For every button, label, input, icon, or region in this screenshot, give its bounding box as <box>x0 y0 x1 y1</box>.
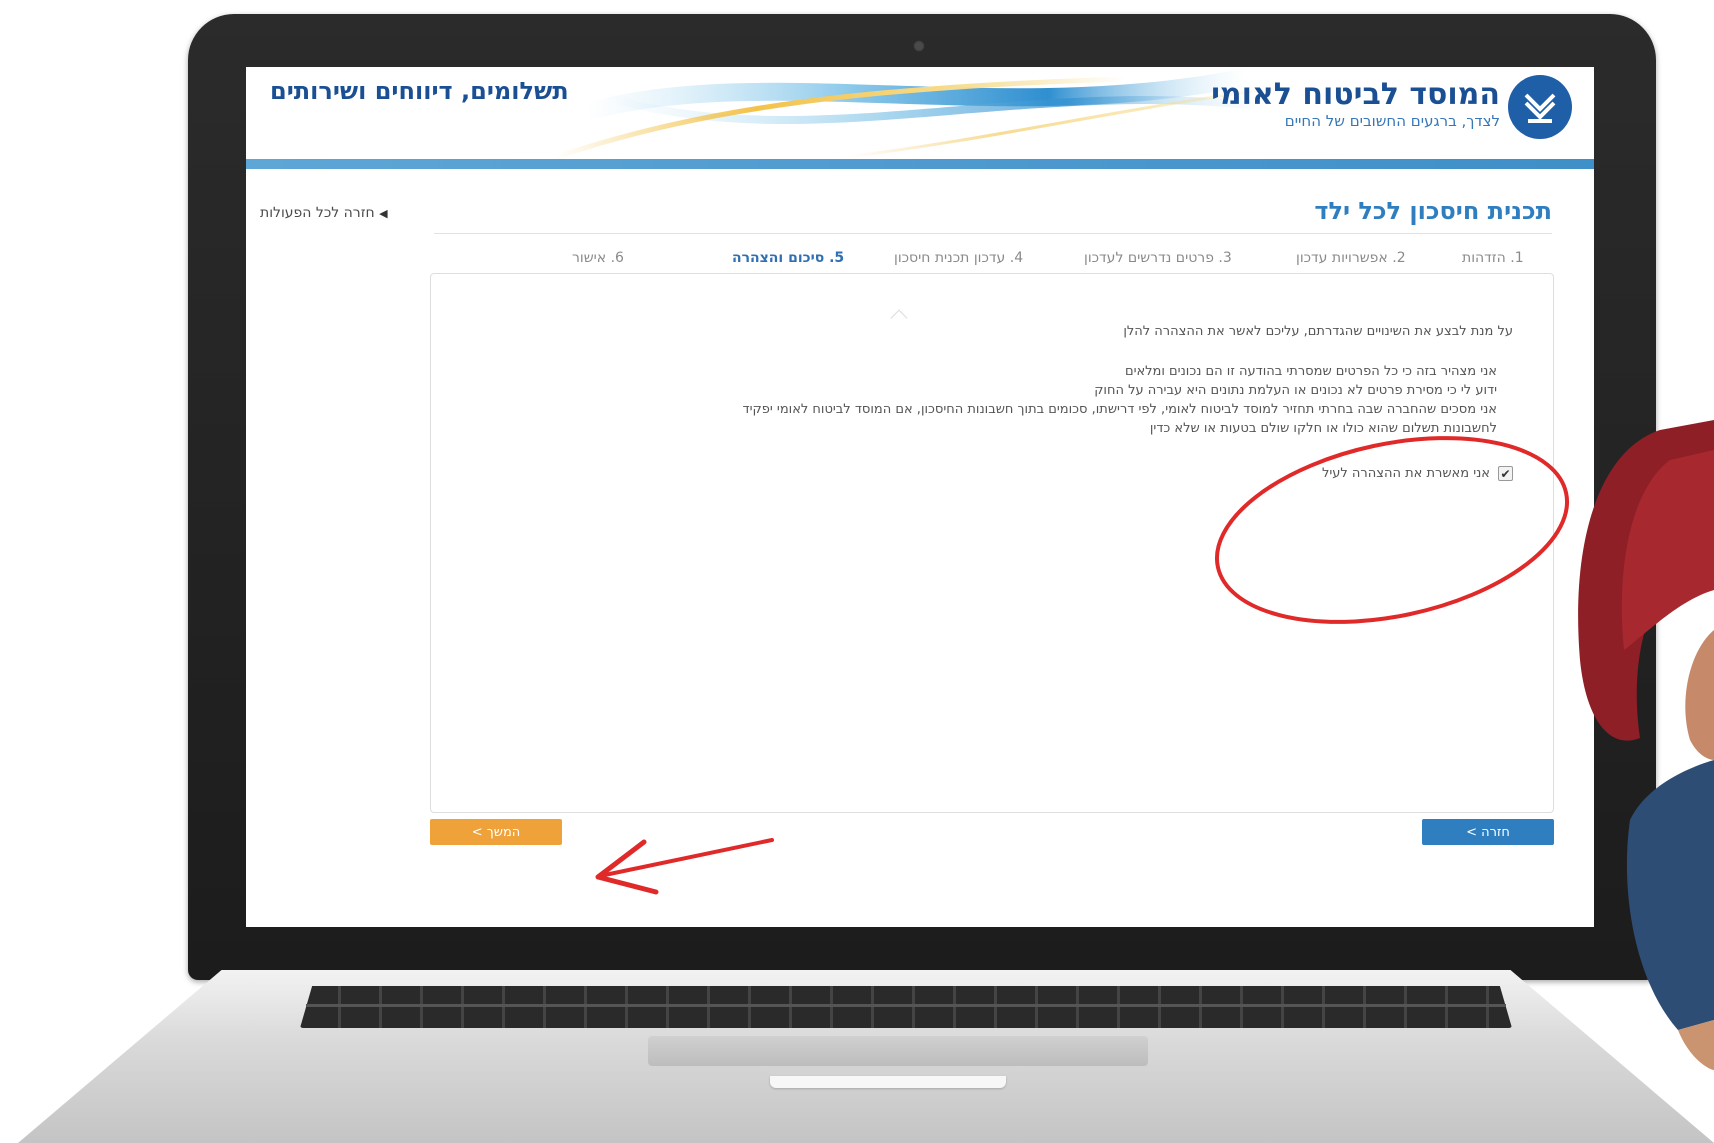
step-identification[interactable]: 1. הזדהות <box>1462 250 1524 266</box>
menorah-emblem-icon <box>1524 93 1556 123</box>
confirm-declaration-label[interactable]: אני מאשרת את ההצהרה לעיל <box>1322 466 1490 481</box>
camera-icon <box>913 40 925 52</box>
back-button[interactable]: חזרה > <box>1422 819 1554 845</box>
trackpad <box>648 1036 1148 1066</box>
org-tagline: לצדך, ברגעים החשובים של החיים <box>1284 112 1500 130</box>
keyboard <box>300 986 1512 1028</box>
back-to-all-actions-link[interactable]: ◀ חזרה לכל הפעולות <box>260 205 420 221</box>
confirm-declaration-checkbox[interactable]: ✔ <box>1498 466 1513 481</box>
declaration-panel: על מנת לבצע את השינויים שהגדרתם, עליכם ל… <box>430 273 1554 813</box>
checkmark-icon: ✔ <box>1500 466 1511 481</box>
keyboard-row-divider <box>306 1004 1506 1007</box>
step-confirmation[interactable]: 6. אישור <box>572 250 624 266</box>
declaration-line: אני מסכים שהחברה שבה בחרתי תחזיר למוסד ל… <box>742 402 1497 417</box>
declaration-line: אני מצהיר בזה כי כל הפרטים שמסרתי בהודעה… <box>1124 364 1497 379</box>
site-header: המוסד לביטוח לאומי לצדך, ברגעים החשובים … <box>246 67 1594 161</box>
declaration-text: אני מצהיר בזה כי כל הפרטים שמסרתי בהודעה… <box>517 362 1497 438</box>
laptop-notch <box>770 1076 1006 1088</box>
step-summary-declaration[interactable]: 5. סיכום והצהרה <box>732 250 844 266</box>
org-name[interactable]: המוסד לביטוח לאומי <box>1186 77 1500 112</box>
header-divider-bar <box>246 159 1594 169</box>
back-to-all-actions-label: חזרה לכל הפעולות <box>260 205 375 221</box>
confirm-declaration-row[interactable]: ✔ אני מאשרת את ההצהרה לעיל <box>1213 466 1513 481</box>
declaration-line: ידוע לי כי מסירת פרטים לא נכונים או העלמ… <box>1094 383 1497 398</box>
declaration-line: לחשבונות תשלום שהוא כולו או חלקו שולם בט… <box>1149 421 1497 436</box>
step-required-details[interactable]: 3. פרטים נדרשים לעדכון <box>1084 250 1232 266</box>
triangle-left-icon: ◀ <box>379 207 388 220</box>
step-update-savings-plan[interactable]: 4. עדכון תכנית חיסכון <box>894 250 1023 266</box>
browser-screen: המוסד לביטוח לאומי לצדך, ברגעים החשובים … <box>246 67 1594 927</box>
page-title: תכנית חיסכון לכל ילד <box>1314 197 1552 225</box>
step-update-options[interactable]: 2. אפשרויות עדכון <box>1296 250 1406 266</box>
section-title[interactable]: תשלומים, דיווחים ושירותים <box>270 77 630 105</box>
continue-button[interactable]: המשך > <box>430 819 562 845</box>
nii-logo-icon[interactable] <box>1508 75 1572 139</box>
declaration-intro: על מנת לבצע את השינויים שהגדרתם, עליכם ל… <box>1123 324 1513 339</box>
mascot-character <box>1578 420 1714 1070</box>
